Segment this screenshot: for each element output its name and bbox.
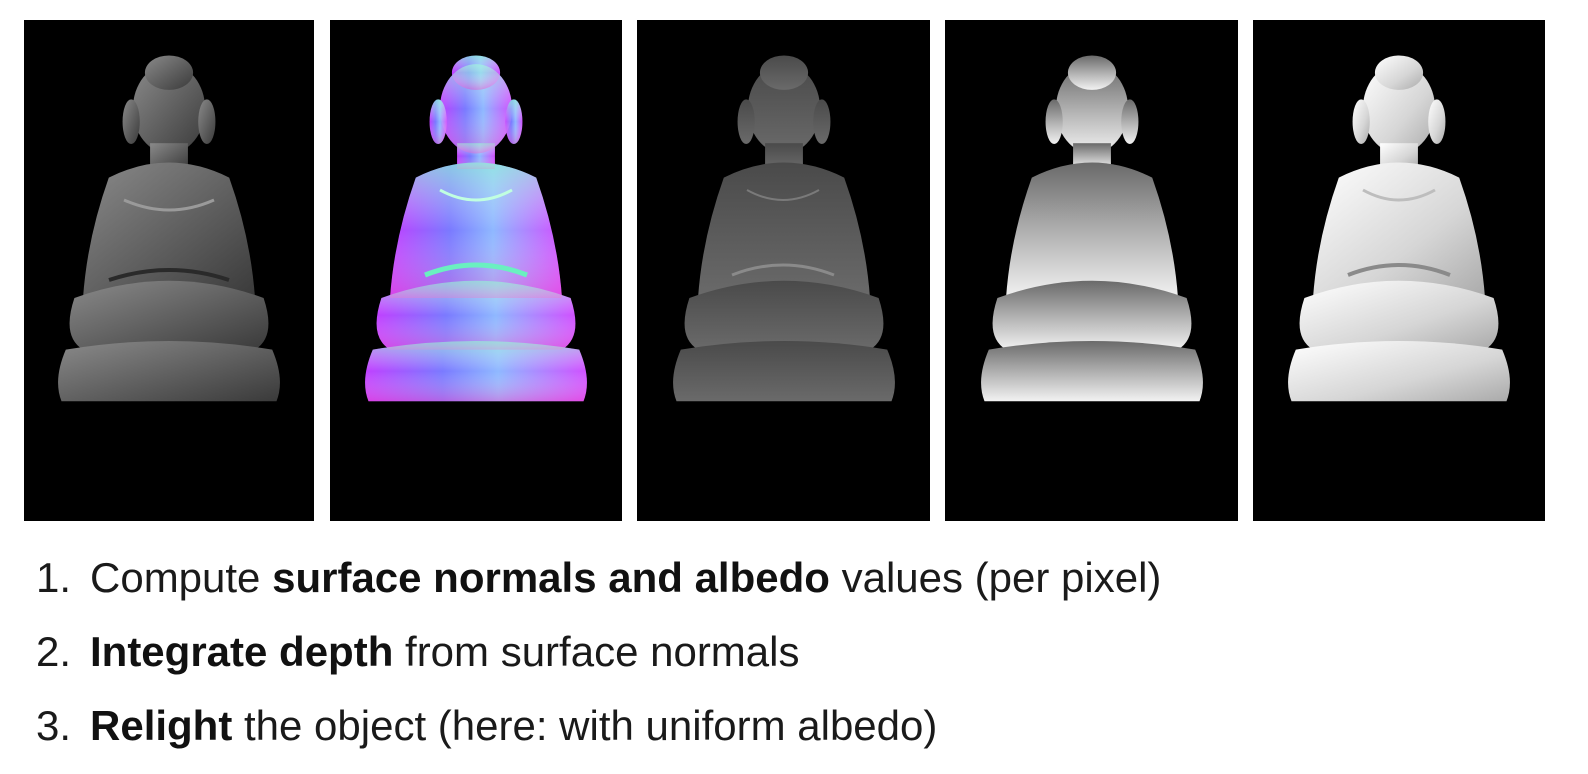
step-text: Integrate depth from surface normals	[90, 622, 799, 682]
step-text-bold: Integrate depth	[90, 628, 394, 675]
step-text-post: from surface normals	[393, 628, 800, 675]
step-number: 3.	[36, 702, 72, 749]
step-number: 1.	[36, 554, 72, 601]
surface-normals-panel	[330, 20, 622, 521]
step-text-post: values (per pixel)	[829, 554, 1162, 601]
step-text-bold: surface normals and albedo	[272, 554, 830, 601]
step-text-post: the object (here: with uniform albedo)	[232, 702, 938, 749]
steps-list: 1. Compute surface normals and albedo va…	[0, 548, 1588, 770]
step-item: 2. Integrate depth from surface normals	[0, 622, 1588, 696]
step-text: Compute surface normals and albedo value…	[90, 548, 1161, 608]
depth-panel	[945, 20, 1238, 521]
step-text: Relight the object (here: with uniform a…	[90, 696, 937, 756]
albedo-panel	[637, 20, 930, 521]
step-text-bold: Relight	[90, 702, 233, 749]
input-photo-panel	[24, 20, 314, 521]
step-item: 1. Compute surface normals and albedo va…	[0, 548, 1588, 622]
step-number: 2.	[36, 628, 72, 675]
panel-strip	[0, 0, 1588, 530]
step-text-pre: Compute	[90, 554, 273, 601]
step-item: 3. Relight the object (here: with unifor…	[0, 696, 1588, 770]
relit-panel	[1253, 20, 1545, 521]
